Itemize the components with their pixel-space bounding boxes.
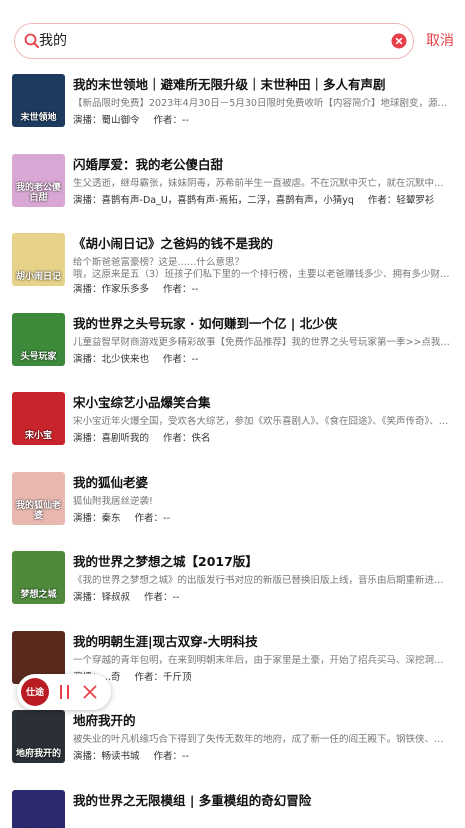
cover-title-text: 头号玩家 (20, 351, 57, 362)
anchor-label: 演播： (73, 433, 102, 444)
book-cover-image[interactable]: 末世领地 (12, 74, 65, 127)
book-cover-image[interactable]: 我的狐仙老婆 (12, 471, 65, 525)
cover-title-text: 宋小宝 (24, 431, 52, 441)
author-label: 作者： (153, 115, 183, 126)
author-label: 作者： (153, 751, 183, 762)
item-description: 被失业的叶凡机缘巧合下得到了失传无数年的地府，成了新一任的阎王殿下。钢铁侠、阴阳… (73, 734, 451, 745)
cover-title-text: 梦想之城 (20, 590, 57, 600)
book-cover-image[interactable]: 地府我开的 (12, 710, 65, 763)
search-input[interactable]: 我的 (14, 23, 414, 59)
anchor-label: 演播： (73, 115, 102, 126)
item-title[interactable]: 我的明朝生涯|现古双穿-大明科技 (73, 634, 453, 650)
item-meta: 演播：秦东 作者：-- (73, 513, 180, 525)
author-label: 作者： (163, 284, 192, 295)
anchor-label: 演播： (73, 751, 102, 762)
book-cover-image[interactable]: 我的世界 (12, 789, 65, 828)
cover-title-text: 地府我开的 (15, 749, 61, 759)
item-title[interactable]: 我的世界之无限模组 | 多重模组的奇幻冒险 (73, 793, 453, 809)
item-meta: 演播：畅读书城 作者：-- (73, 751, 199, 763)
author-label: 作者： (367, 194, 397, 206)
author-label: 作者： (134, 671, 164, 683)
anchor-name: 北少侠来也 (101, 353, 150, 365)
item-title[interactable]: 地府我开的 (73, 713, 453, 729)
anchor-name: 喜鹊有声-Da_U，喜鹊有声-焉拓，二浮，喜鹊有声，小猜yq (101, 194, 354, 206)
list-item[interactable]: 末世领地 我的末世领地｜避难所无限升级｜末世种田｜多人有声剧【新品限时免费】202… (0, 70, 465, 150)
author-name: -- (172, 592, 180, 603)
top-bar: 我的 取消 (0, 0, 465, 72)
book-cover-image[interactable]: 头号玩家 (12, 312, 65, 366)
anchor-name: 秦东 (101, 512, 121, 524)
list-item[interactable]: 梦想之城 我的世界之梦想之城【2017版】《我的世界之梦想之城》的出版发行书对应的… (0, 547, 465, 627)
cover-title-text: 我的狐仙老婆 (15, 500, 61, 521)
item-description-line2: 哦，这原来是五（3）班孩子们私下里的一个排行榜，主要以老爸赚钱多少、拥有多少财富… (73, 269, 451, 280)
book-cover-image[interactable]: 胡小闹日记 (12, 233, 65, 286)
item-title[interactable]: 我的末世领地｜避难所无限升级｜末世种田｜多人有声剧 (73, 77, 453, 93)
item-title[interactable]: 我的世界之梦想之城【2017版】 (73, 554, 453, 570)
item-title[interactable]: 我的世界之头号玩家 · 如何赚到一个亿 | 北少侠 (73, 316, 453, 332)
item-description: 儿童益智早财商游戏更多精彩故事【免费作品推荐】我的世界之头号玩家第一季>>点我收… (73, 336, 451, 348)
author-name: -- (191, 284, 199, 295)
anchor-label: 演播： (73, 512, 102, 524)
item-description: 《我的世界之梦想之城》的出版发行书对应的新版已替换旧版上线，音乐由后期重新进行了… (73, 575, 451, 586)
item-description: 给个斯爸爸富豪榜？这是……什么意思？ (73, 257, 245, 268)
book-cover-image[interactable]: 宋小宝 (12, 392, 65, 445)
cover-title-text: 末世领地 (20, 113, 57, 123)
author-name: 轻颦罗衫 (396, 194, 435, 206)
author-name: -- (182, 751, 189, 762)
close-icon[interactable] (83, 685, 97, 699)
player-avatar[interactable]: 仕途 (21, 678, 49, 706)
anchor-label: 演播： (73, 353, 102, 365)
author-label: 作者： (144, 592, 173, 603)
list-item[interactable]: 我的老公傻白甜 闪婚厚爱：我的老公傻白甜生父透逝，继母霸张，妹妹阴毒，苏希前半生一… (0, 150, 465, 230)
item-meta: 演播：蜀山御令 作者：-- (73, 115, 199, 127)
mini-player[interactable]: 仕途 (17, 674, 111, 710)
anchor-label: 演播： (73, 592, 102, 603)
item-description: 生父透逝，继母霸张，妹妹阴毒，苏希前半生一直被虐。不在沉默中灭亡，就在沉默中爆发… (73, 177, 451, 189)
player-avatar-text: 仕途 (25, 688, 44, 698)
item-description: 宋小宝近年火爆全国，受欢各大综艺，参加《欢乐喜剧人》、《食在囧途》、《笑声传奇》… (73, 416, 449, 427)
author-label: 作者： (134, 512, 164, 524)
author-name: -- (191, 353, 199, 365)
anchor-name: 畅读书城 (101, 751, 140, 762)
book-cover-image[interactable]: 我的老公傻白甜 (12, 153, 65, 207)
list-item[interactable]: 胡小闹日记 《胡小闹日记》之爸妈的钱不是我的给个斯爸爸富豪榜？这是……什么意思？哦… (0, 229, 465, 309)
pause-icon[interactable] (59, 685, 71, 699)
author-name: 佚名 (191, 433, 211, 444)
item-description: 狐仙附我居丝逆袭! (73, 495, 153, 507)
item-title[interactable]: 宋小宝综艺小品爆笑合集 (73, 395, 453, 411)
item-meta: 演播：北少侠来也 作者：-- (73, 354, 208, 366)
author-name: -- (163, 512, 170, 524)
author-name: 千斤顶 (163, 671, 192, 683)
cover-title-text: 我的老公傻白甜 (15, 182, 61, 203)
result-list: 末世领地 我的末世领地｜避难所无限升级｜末世种田｜多人有声剧【新品限时免费】202… (0, 70, 465, 828)
cancel-button[interactable]: 取消 (426, 32, 454, 50)
list-item[interactable]: 地府我开的 地府我开的 被失业的叶凡机缘巧合下得到了失传无数年的地府，成了新一任的阎… (0, 706, 465, 786)
anchor-name: 喜剧听我的 (101, 433, 150, 444)
clear-icon[interactable] (391, 33, 407, 49)
item-title[interactable]: 《胡小闹日记》之爸妈的钱不是我的 (73, 236, 453, 252)
list-item[interactable]: 头号玩家 我的世界之头号玩家 · 如何赚到一个亿 | 北少侠儿童益智早财商游戏更多… (0, 309, 465, 389)
author-name: -- (182, 115, 189, 126)
item-title[interactable]: 我的狐仙老婆 (73, 475, 453, 491)
item-meta: 演播：作家乐多多 作者：-- (73, 284, 208, 296)
book-cover-image[interactable]: 梦想之城 (12, 551, 65, 604)
anchor-name: 作家乐多多 (101, 284, 150, 295)
anchor-label: 演播： (73, 284, 102, 295)
list-item[interactable]: 宋小宝 宋小宝综艺小品爆笑合集宋小宝近年火爆全国，受欢各大综艺，参加《欢乐喜剧人》… (0, 388, 465, 468)
item-description: 【新品限时免费】2023年4月30日－5月30日限时免费收听【内容简介】地球剧变… (73, 98, 451, 109)
item-meta: 演播：铎叔叔 作者：-- (73, 592, 189, 604)
item-meta: 演播：喜剧听我的 作者：佚名 (73, 433, 221, 445)
anchor-name: 铎叔叔 (101, 592, 131, 603)
anchor-label: 演播： (73, 194, 102, 206)
search-query: 我的 (39, 33, 67, 49)
list-item[interactable]: 我的世界我的世界之无限模组 | 多重模组的奇幻冒险 (0, 786, 465, 828)
author-label: 作者： (163, 353, 192, 365)
author-label: 作者： (163, 433, 192, 444)
cover-title-text: 胡小闹日记 (15, 272, 61, 282)
item-title[interactable]: 闪婚厚爱：我的老公傻白甜 (73, 157, 453, 173)
anchor-name: 蜀山御令 (101, 115, 140, 126)
item-meta: 演播：喜鹊有声-Da_U，喜鹊有声-焉拓，二浮，喜鹊有声，小猜yq 作者：轻颦罗衫 (73, 195, 444, 207)
list-item[interactable]: 我的狐仙老婆 我的狐仙老婆 狐仙附我居丝逆袭! 演播：秦东 作者：-- (0, 468, 465, 548)
item-description: 一个穿越的青年包明，在来到明朝末年后，由于家里是土豪，开始了招兵买马、深挖洞、广… (73, 654, 451, 666)
